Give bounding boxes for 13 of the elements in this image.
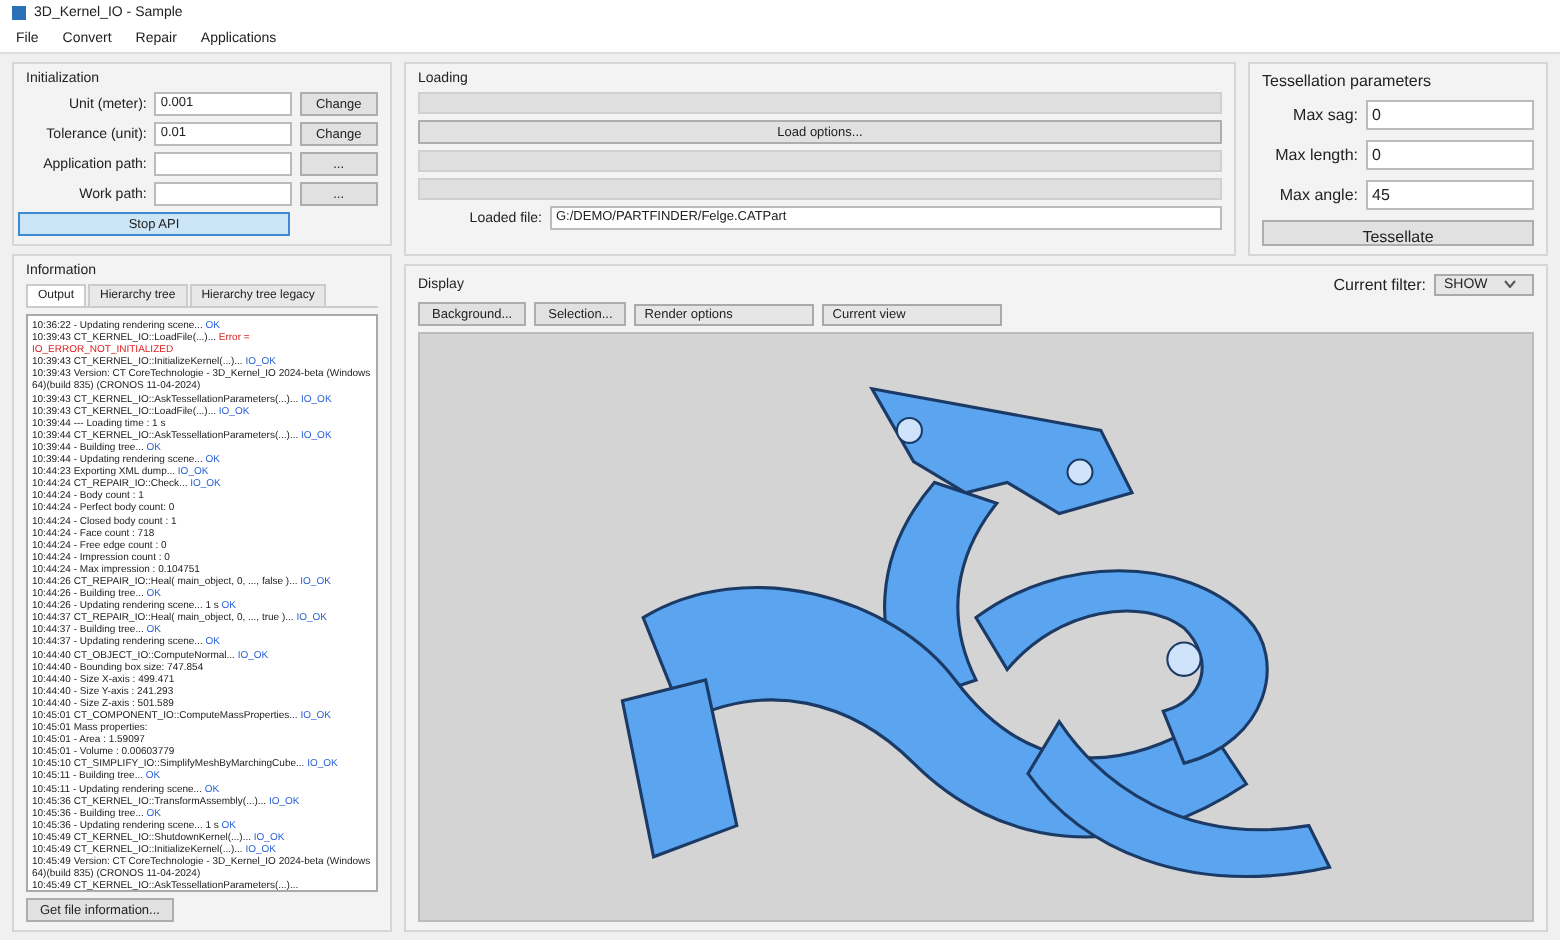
input-field[interactable] (154, 152, 292, 176)
tessellate-button[interactable]: Tessellate (1262, 220, 1534, 246)
chevron-down-icon (1503, 280, 1516, 288)
field-label: Max sag: (1291, 106, 1358, 124)
input-field[interactable]: 0 (1366, 140, 1534, 170)
filter-label: Current filter: (1333, 276, 1426, 294)
field-label: Max angle: (1277, 186, 1358, 204)
field-label: Max length: (1273, 146, 1358, 164)
input-field[interactable]: 45 (1366, 180, 1534, 210)
group-title: Tessellation parameters (1262, 72, 1433, 90)
app-icon (12, 6, 26, 20)
input-field[interactable]: 0 (1366, 100, 1534, 130)
input-field[interactable] (154, 182, 292, 206)
